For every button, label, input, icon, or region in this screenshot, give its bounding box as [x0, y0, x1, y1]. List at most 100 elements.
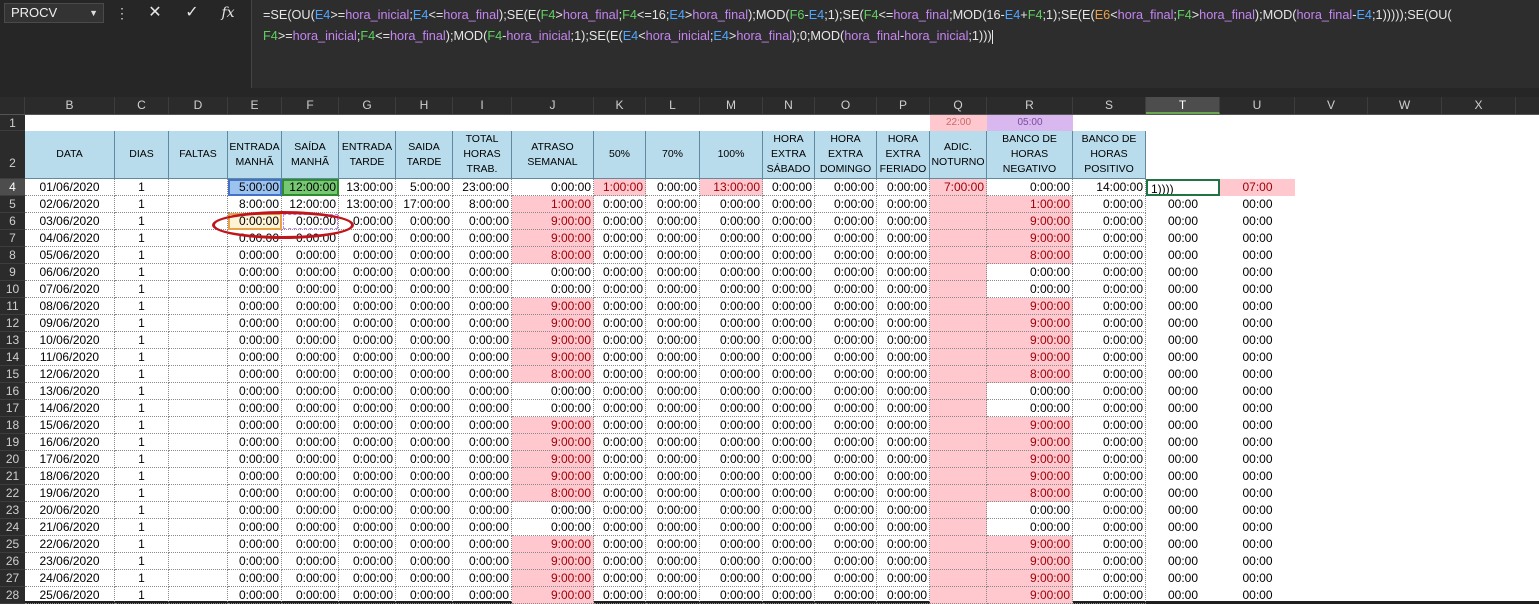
cell-g10[interactable]: 0:00:00 [339, 281, 396, 298]
cell-i23[interactable]: 0:00:00 [453, 502, 512, 519]
row-header-5[interactable]: 5 [0, 196, 25, 213]
cell-d18[interactable] [169, 417, 228, 434]
cell-b9[interactable]: 06/06/2020 [25, 264, 115, 281]
cell-g26[interactable]: 0:00:00 [339, 553, 396, 570]
cell-j28[interactable]: 9:00:00 [512, 587, 594, 604]
cell-d15[interactable] [169, 366, 228, 383]
cell-p28[interactable]: 0:00:00 [877, 587, 930, 604]
cell-j11[interactable]: 9:00:00 [512, 298, 594, 315]
cell-q25[interactable] [930, 536, 987, 553]
column-header-e[interactable]: E [228, 97, 282, 114]
cell-k6[interactable]: 0:00:00 [594, 213, 646, 230]
cell-o19[interactable]: 0:00:00 [815, 434, 877, 451]
column-header-k[interactable]: K [594, 97, 646, 114]
cell-j7[interactable]: 9:00:00 [512, 230, 594, 247]
column-header-o[interactable]: O [815, 97, 877, 114]
cell-d11[interactable] [169, 298, 228, 315]
cell-m26[interactable]: 0:00:00 [700, 553, 763, 570]
cell-f16[interactable]: 0:00:00 [282, 383, 339, 400]
header-o[interactable]: HORA EXTRA DOMINGO [815, 131, 877, 179]
cell-l10[interactable]: 0:00:00 [646, 281, 700, 298]
cell-p27[interactable]: 0:00:00 [877, 570, 930, 587]
cell-t22[interactable]: 00:00 [1146, 485, 1220, 502]
cell-n11[interactable]: 0:00:00 [763, 298, 815, 315]
cell-q10[interactable] [930, 281, 987, 298]
header-d[interactable]: FALTAS [169, 131, 228, 179]
cell-u21[interactable]: 00:00 [1220, 468, 1295, 485]
cell-n5[interactable]: 0:00:00 [763, 196, 815, 213]
cell-c4[interactable]: 1 [115, 179, 169, 196]
cell-k16[interactable]: 0:00:00 [594, 383, 646, 400]
cell-l28[interactable]: 0:00:00 [646, 587, 700, 604]
cell-k26[interactable]: 0:00:00 [594, 553, 646, 570]
cell-h11[interactable]: 0:00:00 [396, 298, 453, 315]
cell-c28[interactable]: 1 [115, 587, 169, 604]
cell-c14[interactable]: 1 [115, 349, 169, 366]
cell-m17[interactable]: 0:00:00 [700, 400, 763, 417]
cell-s28[interactable]: 0:00:00 [1073, 587, 1146, 604]
cell-k21[interactable]: 0:00:00 [594, 468, 646, 485]
cell-t27[interactable]: 00:00 [1146, 570, 1220, 587]
cell-c9[interactable]: 1 [115, 264, 169, 281]
row-header-26[interactable]: 26 [0, 553, 25, 570]
cell-q9[interactable] [930, 264, 987, 281]
cell-s6[interactable]: 0:00:00 [1073, 213, 1146, 230]
cell-f13[interactable]: 0:00:00 [282, 332, 339, 349]
cell-d21[interactable] [169, 468, 228, 485]
cell-i11[interactable]: 0:00:00 [453, 298, 512, 315]
cell-b18[interactable]: 15/06/2020 [25, 417, 115, 434]
cell-n6[interactable]: 0:00:00 [763, 213, 815, 230]
cell-b19[interactable]: 16/06/2020 [25, 434, 115, 451]
cell-l4[interactable]: 0:00:00 [646, 179, 700, 196]
cell-o28[interactable]: 0:00:00 [815, 587, 877, 604]
cell-m24[interactable]: 0:00:00 [700, 519, 763, 536]
cell-h14[interactable]: 0:00:00 [396, 349, 453, 366]
cell-g4[interactable]: 13:00:00 [339, 179, 396, 196]
cell-d19[interactable] [169, 434, 228, 451]
cell-t21[interactable]: 00:00 [1146, 468, 1220, 485]
cell-s5[interactable]: 0:00:00 [1073, 196, 1146, 213]
cell-s15[interactable]: 0:00:00 [1073, 366, 1146, 383]
cell-p13[interactable]: 0:00:00 [877, 332, 930, 349]
cell-s4[interactable]: 14:00:00 [1073, 179, 1146, 196]
close-icon[interactable]: ✕ [140, 3, 170, 23]
cell-j18[interactable]: 9:00:00 [512, 417, 594, 434]
cell-c24[interactable]: 1 [115, 519, 169, 536]
cell-t10[interactable]: 00:00 [1146, 281, 1220, 298]
cell-m25[interactable]: 0:00:00 [700, 536, 763, 553]
cell-j8[interactable]: 8:00:00 [512, 247, 594, 264]
cell-q18[interactable] [930, 417, 987, 434]
cell-j9[interactable]: 0:00:00 [512, 264, 594, 281]
cell-s8[interactable]: 0:00:00 [1073, 247, 1146, 264]
cell-g28[interactable]: 0:00:00 [339, 587, 396, 604]
cell-f28[interactable]: 0:00:00 [282, 587, 339, 604]
cell-i9[interactable]: 0:00:00 [453, 264, 512, 281]
column-header-w[interactable]: W [1368, 97, 1442, 114]
cell-m21[interactable]: 0:00:00 [700, 468, 763, 485]
cell-q8[interactable] [930, 247, 987, 264]
cell-t8[interactable]: 00:00 [1146, 247, 1220, 264]
cell-i28[interactable]: 0:00:00 [453, 587, 512, 604]
column-header-f[interactable]: F [282, 97, 339, 114]
cell-m13[interactable]: 0:00:00 [700, 332, 763, 349]
cell-g14[interactable]: 0:00:00 [339, 349, 396, 366]
cell-q14[interactable] [930, 349, 987, 366]
cell-g19[interactable]: 0:00:00 [339, 434, 396, 451]
row-header-27[interactable]: 27 [0, 570, 25, 587]
name-box[interactable]: PROCV ▼ [4, 3, 104, 23]
cell-k20[interactable]: 0:00:00 [594, 451, 646, 468]
cell-t14[interactable]: 00:00 [1146, 349, 1220, 366]
cell-t7[interactable]: 00:00 [1146, 230, 1220, 247]
cell-m27[interactable]: 0:00:00 [700, 570, 763, 587]
column-header-q[interactable]: Q [930, 97, 987, 114]
cell-d25[interactable] [169, 536, 228, 553]
cell-n15[interactable]: 0:00:00 [763, 366, 815, 383]
cell-r5[interactable]: 1:00:00 [987, 196, 1073, 213]
cell-l24[interactable]: 0:00:00 [646, 519, 700, 536]
cell-f23[interactable]: 0:00:00 [282, 502, 339, 519]
cell-o26[interactable]: 0:00:00 [815, 553, 877, 570]
cell-b4[interactable]: 01/06/2020 [25, 179, 115, 196]
cell-r11[interactable]: 9:00:00 [987, 298, 1073, 315]
header-m[interactable]: 100% [700, 131, 763, 179]
column-header-c[interactable]: C [115, 97, 169, 114]
